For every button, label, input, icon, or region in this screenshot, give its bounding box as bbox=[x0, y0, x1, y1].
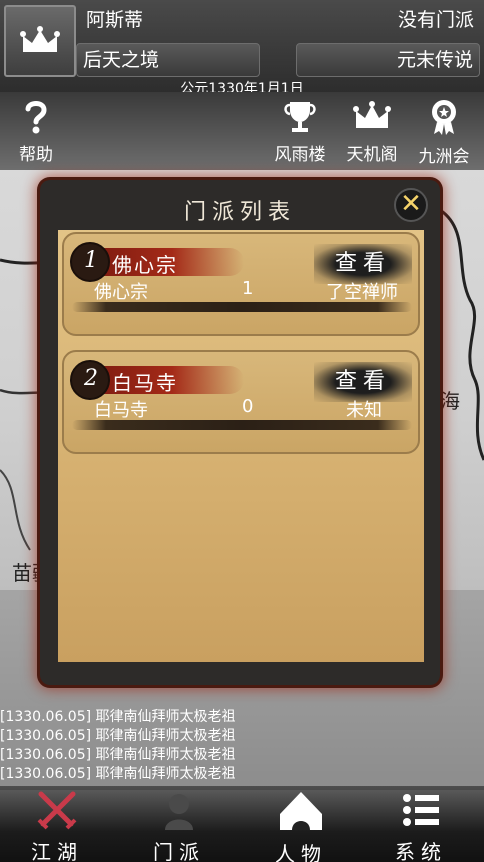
member-count: 0 bbox=[242, 396, 254, 417]
log-entry: [1330.06.05] 耶律南仙拜师太极老祖 bbox=[0, 709, 236, 725]
badge-name: 白马寺 bbox=[112, 371, 178, 395]
nav-system-label: 系统 bbox=[395, 840, 447, 862]
log-entry: [1330.06.05] 耶律南仙拜师太极老祖 bbox=[0, 747, 236, 763]
fengyulou-label: 风雨楼 bbox=[274, 145, 326, 165]
map-label-sea: 海 bbox=[440, 389, 460, 413]
player-name: 阿斯蒂 bbox=[86, 9, 144, 31]
trophy-icon bbox=[284, 102, 316, 132]
list-icon bbox=[403, 794, 439, 826]
crown-icon bbox=[20, 26, 60, 52]
nav-character-label: 人物 bbox=[275, 842, 327, 862]
help-label: 帮助 bbox=[19, 145, 53, 165]
sect-card: 1 佛心宗 查看 佛心宗 1 了空禅师 bbox=[62, 232, 420, 336]
rank-badge: 1 佛心宗 bbox=[70, 242, 246, 282]
rank-number: 1 bbox=[84, 248, 98, 273]
tianjige-label: 天机阁 bbox=[346, 145, 398, 165]
sect-name: 白马寺 bbox=[94, 400, 148, 421]
nav-jianghu-label: 江湖 bbox=[31, 840, 83, 862]
log-entry: [1330.06.05] 耶律南仙拜师太极老祖 bbox=[0, 766, 236, 782]
sect-list-modal: 门派列表 ✕ 1 佛心宗 查看 佛心宗 1 了空禅师 2 白马寺 查看 白马寺 … bbox=[40, 180, 440, 685]
player-header: 阿斯蒂 没有门派 后天之境 元末传说 公元1330年1月1日 bbox=[0, 0, 484, 97]
tianjige-button[interactable]: 天机阁 bbox=[340, 98, 404, 165]
jiuzhouhui-button[interactable]: 九洲会 bbox=[412, 98, 476, 167]
crossed-swords-icon bbox=[37, 791, 77, 830]
rank-number: 2 bbox=[84, 366, 98, 391]
close-button[interactable]: ✕ bbox=[394, 188, 428, 222]
realm-field: 后天之境 bbox=[76, 43, 260, 77]
rank-badge: 2 白马寺 bbox=[70, 360, 246, 400]
character-icon bbox=[280, 792, 322, 830]
avatar[interactable] bbox=[4, 5, 76, 77]
jiuzhouhui-label: 九洲会 bbox=[418, 147, 470, 167]
sect-icon bbox=[165, 794, 193, 830]
sect-leader: 了空禅师 bbox=[326, 282, 398, 303]
question-icon bbox=[25, 101, 47, 134]
sect-status: 没有门派 bbox=[397, 9, 474, 31]
nav-jianghu[interactable]: 江湖 bbox=[12, 790, 102, 862]
crown-icon bbox=[353, 101, 391, 128]
badge-name: 佛心宗 bbox=[112, 253, 178, 277]
bottom-nav: 江湖 门派 人物 系统 bbox=[0, 786, 484, 862]
event-log: [1330.06.05] 耶律南仙拜师太极老祖 [1330.06.05] 耶律南… bbox=[0, 708, 484, 784]
nav-character[interactable]: 人物 bbox=[256, 790, 346, 862]
log-entry: [1330.06.05] 耶律南仙拜师太极老祖 bbox=[0, 728, 236, 744]
sect-leader: 未知 bbox=[346, 400, 382, 421]
sect-list: 1 佛心宗 查看 佛心宗 1 了空禅师 2 白马寺 查看 白马寺 0 未知 bbox=[58, 230, 424, 662]
medal-icon bbox=[432, 100, 456, 135]
modal-title: 门派列表 bbox=[183, 200, 296, 225]
sect-card: 2 白马寺 查看 白马寺 0 未知 bbox=[62, 350, 420, 454]
icon-bar: 帮助 风雨楼 天机阁 九洲会 bbox=[0, 92, 484, 170]
nav-sect-label: 门派 bbox=[153, 840, 205, 862]
member-count: 1 bbox=[242, 278, 254, 299]
title-field: 元末传说 bbox=[296, 43, 480, 77]
help-button[interactable]: 帮助 bbox=[4, 98, 68, 165]
fengyulou-button[interactable]: 风雨楼 bbox=[268, 98, 332, 165]
sect-name: 佛心宗 bbox=[94, 282, 148, 303]
nav-system[interactable]: 系统 bbox=[376, 790, 466, 862]
nav-sect[interactable]: 门派 bbox=[134, 790, 224, 862]
